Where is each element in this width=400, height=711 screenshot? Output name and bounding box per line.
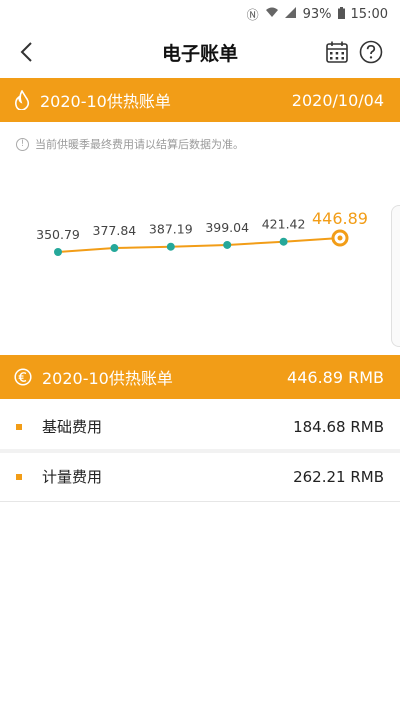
- info-icon: !: [16, 137, 29, 151]
- bill-header-title: 2020-10供热账单: [40, 92, 171, 111]
- calendar-icon: [326, 41, 348, 63]
- question-icon: [359, 40, 383, 64]
- help-button[interactable]: [358, 39, 384, 65]
- bullet-icon: [16, 423, 22, 430]
- fee-label: 基础费用: [42, 418, 103, 436]
- clock: 15:00: [350, 6, 388, 22]
- chart-line: [57, 237, 341, 253]
- chart-value-label: 399.04: [205, 220, 249, 235]
- chart-point[interactable]: [166, 242, 175, 251]
- status-bar: Ⓝ 93% 15:00: [0, 0, 400, 28]
- summary-title: 2020-10供热账单: [42, 369, 173, 388]
- page-title: 电子账单: [161, 42, 238, 65]
- fee-row-base: 基础费用 184.68 RMB: [0, 402, 400, 452]
- chevron-left-icon: [20, 42, 32, 62]
- bill-header-date: 2020/10/04: [291, 90, 384, 110]
- notice-text: 当前供暖季最终费用请以结算后数据为准。: [35, 138, 244, 151]
- summary-total: 446.89 RMB: [287, 367, 384, 387]
- calendar-button[interactable]: [324, 38, 350, 66]
- fee-amount: 184.68 RMB: [293, 417, 384, 436]
- euro-icon: [14, 368, 32, 386]
- notice: ! 当前供暖季最终费用请以结算后数据为准。: [16, 136, 244, 152]
- chart-point[interactable]: [54, 248, 62, 256]
- bill-header[interactable]: 2020-10供热账单 2020/10/04: [0, 78, 400, 122]
- nfc-icon: Ⓝ: [246, 7, 259, 22]
- nav-bar: 电子账单: [0, 28, 400, 76]
- fee-row-metered: 计量费用 262.21 RMB: [0, 452, 400, 502]
- wifi-icon: [265, 7, 279, 21]
- signal-icon: [284, 7, 297, 21]
- chart-value-label: 350.79: [36, 227, 80, 242]
- chart-value-label: 387.19: [149, 222, 193, 237]
- chart-value-label: 377.84: [93, 223, 137, 238]
- chart-point-center: [337, 235, 343, 241]
- back-button[interactable]: [12, 38, 40, 66]
- chart-scroll-handle[interactable]: [391, 205, 400, 347]
- billing-trend-chart: 350.79 377.84 387.19 399.04 421.42 446.89: [36, 209, 368, 256]
- bill-summary-header: 2020-10供热账单 446.89 RMB: [0, 355, 400, 399]
- chart-value-label: 421.42: [262, 217, 306, 232]
- chart-value-label: 446.89: [312, 209, 368, 228]
- chart-point[interactable]: [110, 244, 119, 253]
- chart-point[interactable]: [279, 237, 288, 246]
- flame-icon: [15, 90, 30, 110]
- bullet-icon: [16, 473, 22, 480]
- battery-level: 93%: [302, 6, 332, 22]
- fee-label: 计量费用: [42, 468, 103, 486]
- chart-point[interactable]: [223, 240, 232, 249]
- fee-amount: 262.21 RMB: [293, 467, 384, 486]
- battery-icon: [337, 6, 345, 22]
